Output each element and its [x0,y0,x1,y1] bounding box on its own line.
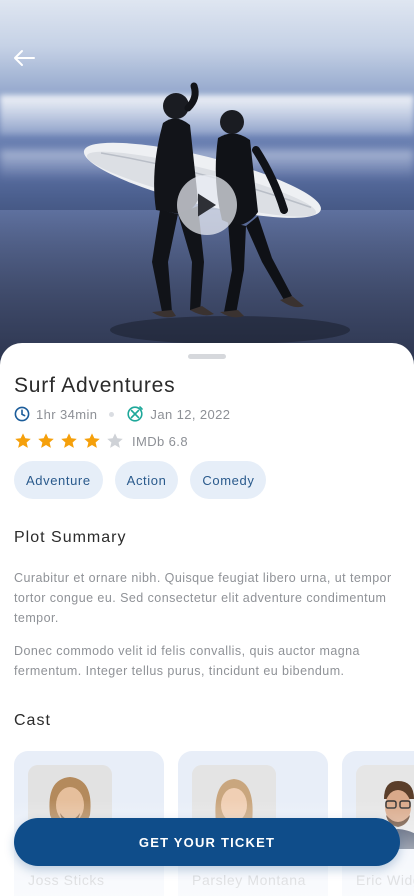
star-icon [61,433,77,448]
duration-text: 1hr 34min [36,406,98,422]
star-rating [14,432,124,450]
cast-name: Joss Sticks [28,872,105,888]
hero-video-thumbnail[interactable] [0,0,414,380]
cast-name: Parsley Montana [192,872,307,888]
genre-chip[interactable]: Action [114,461,179,499]
plot-paragraph: Curabitur et ornare nibh. Quisque feugia… [14,571,392,625]
play-button[interactable] [177,175,237,235]
plot-summary-heading: Plot Summary [14,529,127,546]
genre-chips: Adventure Action Comedy [14,461,267,499]
clock-icon [14,406,30,422]
release-date-text: Jan 12, 2022 [150,406,231,422]
cast-name: Eric Widget [356,872,414,888]
details-sheet: Surf Adventures 1hr 34min Jan 12, 2022 I… [0,343,414,896]
genre-chip[interactable]: Comedy [190,461,267,499]
drag-handle[interactable] [188,354,226,359]
plot-paragraph: Donec commodo velit id felis convallis, … [14,644,360,678]
play-icon [198,193,216,217]
movie-title: Surf Adventures [14,374,176,397]
cast-heading: Cast [14,712,51,729]
arrow-left-icon [14,50,35,66]
star-icon [15,433,31,448]
get-ticket-button[interactable]: GET YOUR TICKET [14,818,400,866]
movie-meta: 1hr 34min Jan 12, 2022 [14,405,230,423]
star-icon [84,433,100,448]
imdb-rating: IMDb 6.8 [132,433,188,449]
back-button[interactable] [10,44,38,72]
genre-chip[interactable]: Adventure [14,461,103,499]
meta-separator [109,411,115,417]
star-empty-icon [107,433,123,448]
rating-row: IMDb 6.8 [14,432,188,450]
calendar-icon [127,406,144,422]
star-icon [38,433,54,448]
